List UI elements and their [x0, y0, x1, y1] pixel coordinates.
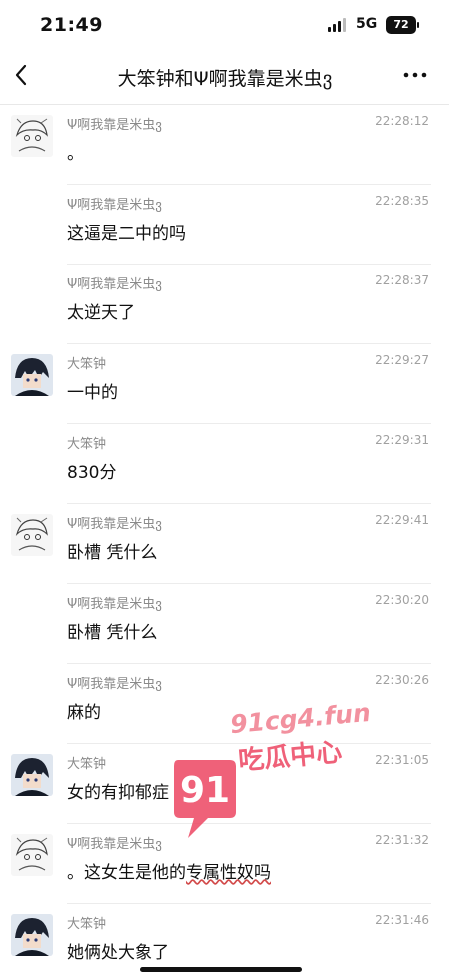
message-item[interactable]: Ψ啊我靠是米虫ვ 22:28:35 这逼是二中的吗: [0, 185, 449, 265]
sender-name: Ψ啊我靠是米虫ვ: [67, 677, 162, 692]
message-time: 22:29:31: [375, 433, 429, 447]
sender-name: 大笨钟: [67, 437, 107, 452]
message-item[interactable]: 大笨钟 22:31:46 她俩处大象了: [0, 904, 449, 976]
message-time: 22:28:35: [375, 194, 429, 208]
dark-hair-avatar-icon[interactable]: [11, 754, 53, 796]
sketch-avatar-icon[interactable]: [11, 514, 53, 556]
message-time: 22:30:26: [375, 673, 429, 687]
dark-hair-avatar-icon[interactable]: [11, 354, 53, 396]
message-text[interactable]: 她俩处大象了: [67, 938, 169, 963]
message-text-marked: 专属性奴吗: [186, 863, 271, 883]
sender-name: Ψ啊我靠是米虫ვ: [67, 837, 162, 852]
home-indicator[interactable]: [140, 967, 302, 972]
message-text[interactable]: 这逼是二中的吗: [67, 219, 186, 244]
sender-name: Ψ啊我靠是米虫ვ: [67, 118, 162, 133]
message-text[interactable]: 女的有抑郁症: [67, 778, 169, 803]
sender-name: Ψ啊我靠是米虫ვ: [67, 277, 162, 292]
message-time: 22:30:20: [375, 593, 429, 607]
message-time: 22:31:05: [375, 753, 429, 767]
message-item[interactable]: 大笨钟 22:31:05 女的有抑郁症: [0, 744, 449, 824]
sender-name: Ψ啊我靠是米虫ვ: [67, 597, 162, 612]
back-chevron-icon[interactable]: [8, 61, 36, 89]
message-item[interactable]: Ψ啊我靠是米虫ვ 22:30:26 麻的: [0, 664, 449, 744]
cellular-signal-icon: [328, 18, 348, 32]
message-text[interactable]: 830分: [67, 458, 116, 483]
message-text[interactable]: 。: [67, 139, 84, 164]
sketch-avatar-icon[interactable]: [11, 115, 53, 157]
message-text[interactable]: 一中的: [67, 378, 118, 403]
message-time: 22:31:32: [375, 833, 429, 847]
status-time: 21:49: [40, 14, 103, 36]
message-text[interactable]: 麻的: [67, 698, 101, 723]
message-item[interactable]: Ψ啊我靠是米虫ვ 22:28:37 太逆天了: [0, 264, 449, 344]
sender-name: 大笨钟: [67, 917, 107, 932]
sender-name: Ψ啊我靠是米虫ვ: [67, 198, 162, 213]
message-item[interactable]: Ψ啊我靠是米虫ვ 22:28:12 。: [0, 105, 449, 185]
message-item[interactable]: 大笨钟 22:29:31 830分: [0, 424, 449, 504]
message-time: 22:29:27: [375, 353, 429, 367]
message-item[interactable]: Ψ啊我靠是米虫ვ 22:30:20 卧槽 凭什么: [0, 584, 449, 664]
message-item[interactable]: Ψ啊我靠是米虫ვ 22:29:41 卧槽 凭什么: [0, 504, 449, 584]
message-item[interactable]: 大笨钟 22:29:27 一中的: [0, 344, 449, 424]
battery-tip: [417, 22, 419, 28]
message-text[interactable]: 太逆天了: [67, 298, 135, 323]
message-time: 22:28:37: [375, 273, 429, 287]
sender-name: Ψ啊我靠是米虫ვ: [67, 517, 162, 532]
chat-title: 大笨钟和Ψ啊我靠是米虫ვ: [117, 68, 333, 90]
message-time: 22:31:46: [375, 913, 429, 927]
message-time: 22:28:12: [375, 114, 429, 128]
dark-hair-avatar-icon[interactable]: [11, 914, 53, 956]
chat-header: 大笨钟和Ψ啊我靠是米虫ვ: [0, 50, 449, 105]
message-text[interactable]: 。这女生是他的专属性奴吗: [67, 858, 271, 883]
sender-name: 大笨钟: [67, 757, 107, 772]
message-text[interactable]: 卧槽 凭什么: [67, 618, 157, 643]
more-options-icon[interactable]: [398, 64, 432, 86]
network-type: 5G: [356, 16, 378, 32]
message-time: 22:29:41: [375, 513, 429, 527]
status-bar: 21:49 5G 72: [0, 0, 449, 50]
message-text[interactable]: 卧槽 凭什么: [67, 538, 157, 563]
sender-name: 大笨钟: [67, 357, 107, 372]
message-list[interactable]: Ψ啊我靠是米虫ვ 22:28:12 。 Ψ啊我靠是米虫ვ 22:28:35 这逼…: [0, 105, 449, 976]
message-text-plain: 。这女生是他的: [67, 863, 186, 883]
battery-icon: 72: [386, 16, 416, 34]
message-item[interactable]: Ψ啊我靠是米虫ვ 22:31:32 。这女生是他的专属性奴吗: [0, 824, 449, 904]
sketch-avatar-icon[interactable]: [11, 834, 53, 876]
